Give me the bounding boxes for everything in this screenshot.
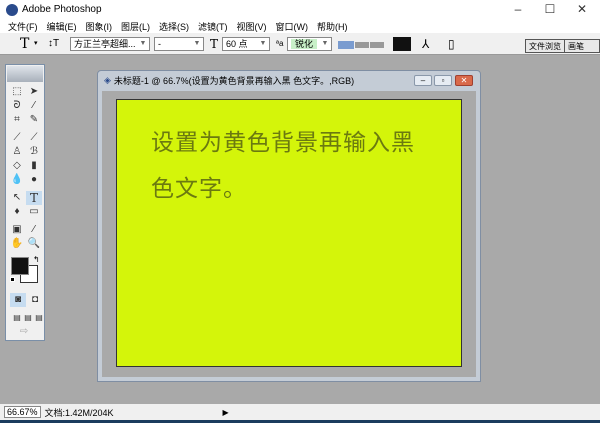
menu-filter[interactable]: 滤镜(T) [198, 20, 228, 33]
type-tool-icon[interactable]: T [26, 191, 42, 205]
toolbox-header-logo [7, 66, 43, 82]
shape-tool-icon[interactable]: ▭ [26, 205, 42, 219]
chevron-down-icon: ▼ [321, 40, 329, 47]
menu-view[interactable]: 视图(V) [237, 20, 267, 33]
palette-well: 文件浏览 画笔 [525, 39, 600, 53]
align-right-icon[interactable] [370, 42, 384, 48]
canvas[interactable]: 设置为黄色背景再输入黑 色文字。 [116, 99, 462, 367]
chevron-down-icon: ▼ [259, 40, 267, 47]
palettes-icon[interactable]: ▯ [448, 36, 455, 52]
brush-tool-icon[interactable]: ⟋ [26, 131, 42, 145]
gradient-tool-icon[interactable]: ▮ [26, 159, 42, 173]
document-icon: ◈ [104, 74, 111, 85]
maximize-button[interactable]: ☐ [532, 0, 568, 19]
minimize-button[interactable]: – [500, 0, 536, 19]
menu-layer[interactable]: 图层(L) [121, 20, 150, 33]
menu-image[interactable]: 图象(I) [86, 20, 113, 33]
app-title: Adobe Photoshop [22, 4, 102, 15]
notes-tool-icon[interactable]: ▣ [9, 223, 25, 237]
foreground-color-swatch[interactable] [11, 257, 29, 275]
move-tool-icon[interactable]: ➤ [26, 85, 42, 99]
font-family-select[interactable]: 方正兰亭超细... ▼ [70, 37, 150, 51]
chevron-down-icon: ▼ [193, 40, 201, 47]
text-orientation-icon[interactable]: ↕T [48, 36, 59, 52]
font-size-select[interactable]: 60 点 ▼ [222, 37, 270, 51]
tab-brushes[interactable]: 画笔 [565, 40, 587, 52]
close-button[interactable]: ✕ [564, 0, 600, 19]
history-brush-tool-icon[interactable]: ℬ [26, 145, 42, 159]
pen-tool-icon[interactable]: ♦ [9, 205, 25, 219]
document-workspace: 设置为黄色背景再输入黑 色文字。 [102, 91, 476, 377]
menu-edit[interactable]: 编辑(E) [47, 20, 77, 33]
document-info: 文档:1.42M/204K [44, 407, 114, 418]
font-style-value: - [158, 39, 161, 49]
menu-window[interactable]: 窗口(W) [276, 20, 309, 33]
doc-close-button[interactable]: ✕ [455, 75, 473, 86]
text-color-swatch[interactable] [393, 37, 411, 51]
antialias-value: 锐化 [291, 39, 318, 49]
chevron-down-icon[interactable]: ▾ [34, 36, 38, 52]
doc-minimize-button[interactable]: – [414, 75, 432, 86]
slice-tool-icon[interactable]: ✎ [26, 113, 42, 127]
photoshop-logo-icon [6, 3, 18, 16]
standard-mode-icon[interactable]: ◙ [10, 293, 26, 307]
toolbox: ⬚ ➤ ᘐ ⁄ ⌗ ✎ ⟋ ⟋ ♙ ℬ ◇ ▮ 💧 ● ↖ T ♦ ▭ ▣ ⁄ … [5, 64, 45, 341]
hand-tool-icon[interactable]: ✋ [9, 237, 25, 251]
jump-to-imageready-icon[interactable]: ⇨ [16, 325, 32, 339]
font-style-select[interactable]: - ▼ [154, 37, 204, 51]
magic-wand-tool-icon[interactable]: ⁄ [26, 99, 42, 113]
blur-tool-icon[interactable]: 💧 [9, 173, 25, 187]
status-menu-arrow-icon[interactable]: ▶ [223, 408, 229, 417]
canvas-text-layer[interactable]: 设置为黄色背景再输入黑 色文字。 [151, 120, 451, 212]
zoom-level-field[interactable]: 66.67% [4, 406, 41, 418]
menu-bar: 文件(F) 编辑(E) 图象(I) 图层(L) 选择(S) 滤镜(T) 视图(V… [0, 19, 600, 33]
swap-colors-icon[interactable]: ↰ [33, 255, 40, 264]
document-title: 未标题-1 @ 66.7%(设置为黄色背景再输入黑 色文字。,RGB) [113, 75, 355, 86]
crop-tool-icon[interactable]: ⌗ [9, 113, 25, 127]
status-bar: 66.67% 文档:1.42M/204K ▶ [0, 404, 600, 420]
healing-brush-tool-icon[interactable]: ⟋ [9, 131, 25, 145]
path-selection-tool-icon[interactable]: ↖ [9, 191, 25, 205]
dodge-tool-icon[interactable]: ● [26, 173, 42, 187]
app-titlebar: Adobe Photoshop – ☐ ✕ [0, 0, 600, 19]
tab-file-browser[interactable]: 文件浏览 [526, 40, 565, 52]
warp-text-icon[interactable]: ⅄ [422, 36, 429, 52]
canvas-text-line: 色文字。 [151, 176, 247, 202]
doc-maximize-button[interactable]: ▫ [434, 75, 452, 86]
screen-mode-full-icon[interactable]: ▤ [31, 311, 47, 325]
font-size-icon: T [210, 37, 219, 51]
lasso-tool-icon[interactable]: ᘐ [9, 99, 25, 113]
font-family-value: 方正兰亭超细... [74, 39, 136, 49]
menu-select[interactable]: 选择(S) [159, 20, 189, 33]
tool-preset-button[interactable]: T [20, 36, 29, 52]
menu-file[interactable]: 文件(F) [8, 20, 38, 33]
canvas-text-line: 设置为黄色背景再输入黑 [151, 130, 415, 156]
font-size-value: 60 点 [226, 39, 248, 49]
zoom-tool-icon[interactable]: 🔍 [26, 237, 42, 251]
align-left-icon[interactable] [338, 41, 354, 49]
marquee-tool-icon[interactable]: ⬚ [9, 85, 25, 99]
chevron-down-icon: ▼ [139, 40, 147, 47]
menu-help[interactable]: 帮助(H) [317, 20, 348, 33]
default-colors-icon[interactable] [10, 277, 15, 282]
antialias-select[interactable]: 锐化 ▼ [287, 37, 332, 51]
quick-mask-icon[interactable]: ◘ [27, 293, 43, 307]
align-center-icon[interactable] [355, 42, 369, 48]
document-window: ◈ 未标题-1 @ 66.7%(设置为黄色背景再输入黑 色文字。,RGB) – … [97, 70, 481, 382]
eraser-tool-icon[interactable]: ◇ [9, 159, 25, 173]
eyedropper-tool-icon[interactable]: ⁄ [26, 223, 42, 237]
antialias-icon: ªa [276, 39, 284, 48]
stamp-tool-icon[interactable]: ♙ [9, 145, 25, 159]
